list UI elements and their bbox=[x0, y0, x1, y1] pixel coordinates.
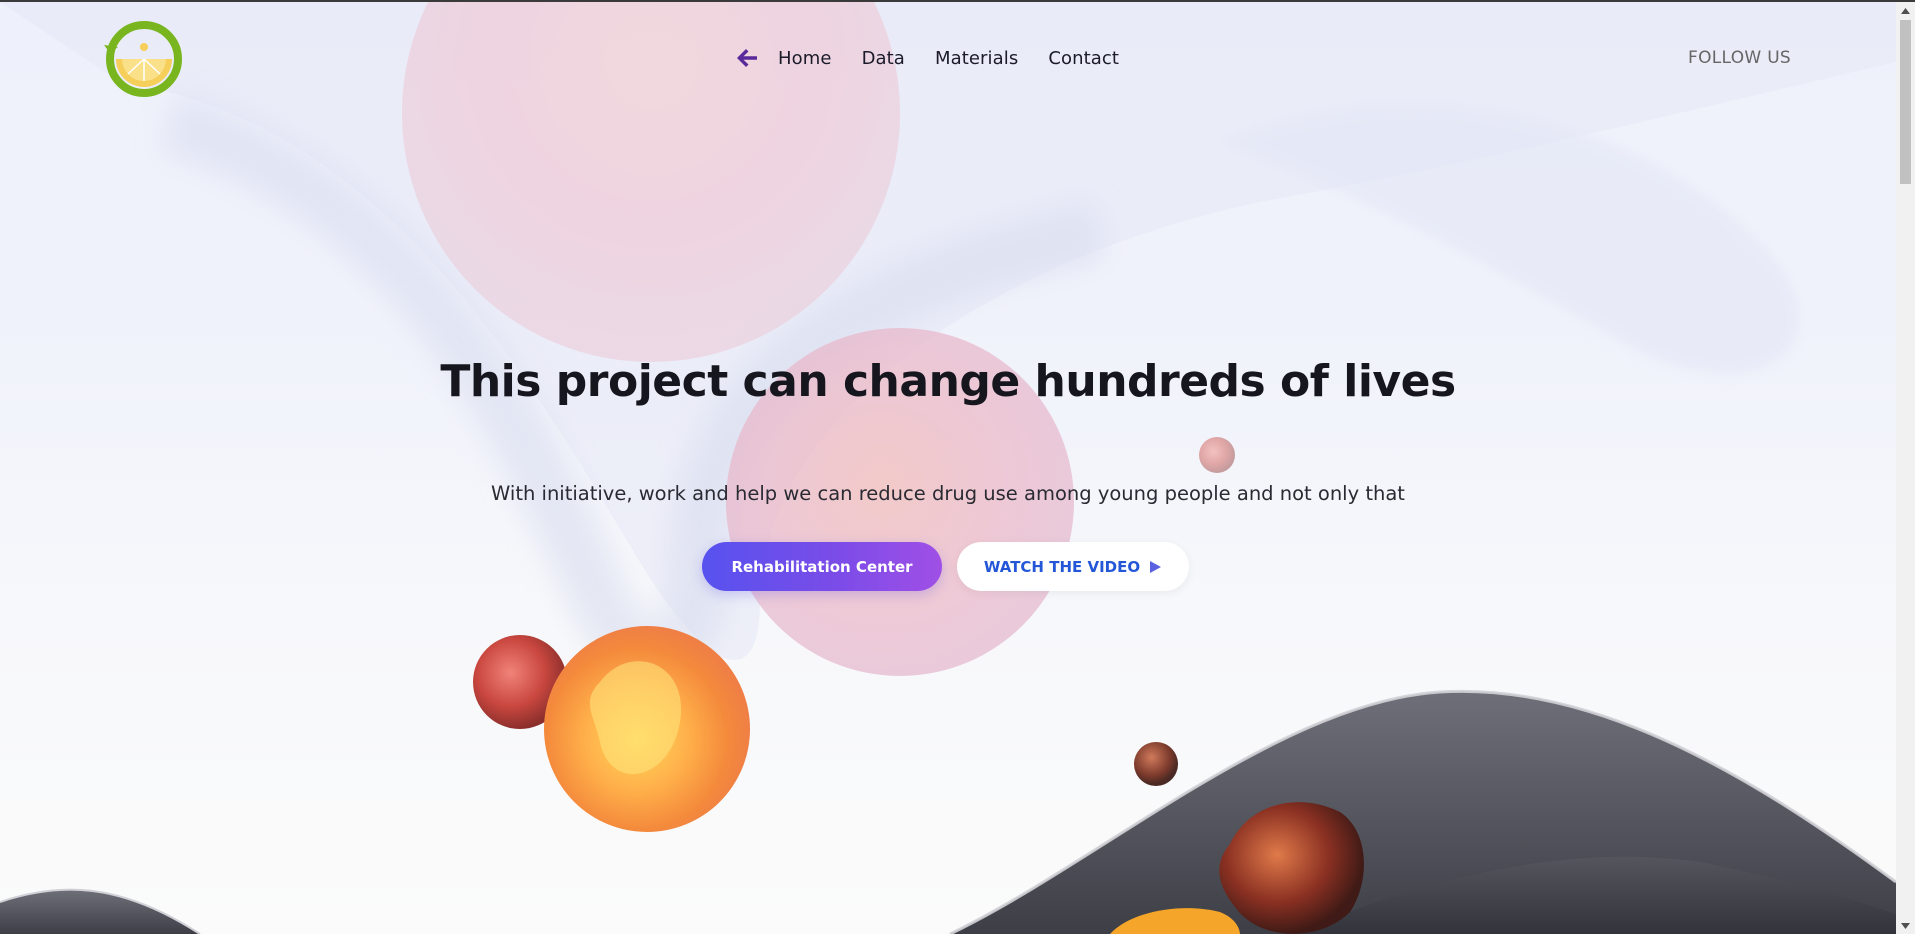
follow-us-link[interactable]: FOLLOW US bbox=[1688, 48, 1791, 68]
rehabilitation-center-button-label: Rehabilitation Center bbox=[731, 557, 913, 576]
hero-title: This project can change hundreds of live… bbox=[440, 356, 1456, 407]
decorative-background bbox=[0, 2, 1896, 934]
hero-subtitle: With initiative, work and help we can re… bbox=[491, 482, 1405, 505]
scrollbar-thumb[interactable] bbox=[1900, 20, 1911, 184]
rehabilitation-center-button[interactable]: Rehabilitation Center bbox=[702, 542, 942, 591]
watch-video-button-label: WATCH THE VIDEO bbox=[983, 557, 1141, 576]
back-arrow-button[interactable] bbox=[734, 45, 760, 71]
nav-materials-link[interactable]: Materials bbox=[935, 48, 1018, 69]
page: Home Data Materials Contact FOLLOW US Th… bbox=[0, 2, 1896, 934]
vertical-scrollbar[interactable] bbox=[1896, 2, 1915, 934]
lemon-recycle-logo-icon bbox=[104, 21, 182, 97]
site-logo[interactable] bbox=[104, 19, 184, 99]
main-nav: Home Data Materials Contact bbox=[734, 40, 1149, 76]
nav-data-link[interactable]: Data bbox=[862, 48, 905, 69]
nav-home-link[interactable]: Home bbox=[778, 48, 832, 69]
nav-contact-link[interactable]: Contact bbox=[1048, 48, 1119, 69]
scroll-up-arrow-icon[interactable] bbox=[1896, 2, 1915, 19]
arrow-left-icon bbox=[737, 49, 757, 67]
play-icon bbox=[1149, 560, 1162, 574]
scroll-down-arrow-icon[interactable] bbox=[1896, 917, 1915, 934]
watch-video-button[interactable]: WATCH THE VIDEO bbox=[957, 542, 1189, 591]
